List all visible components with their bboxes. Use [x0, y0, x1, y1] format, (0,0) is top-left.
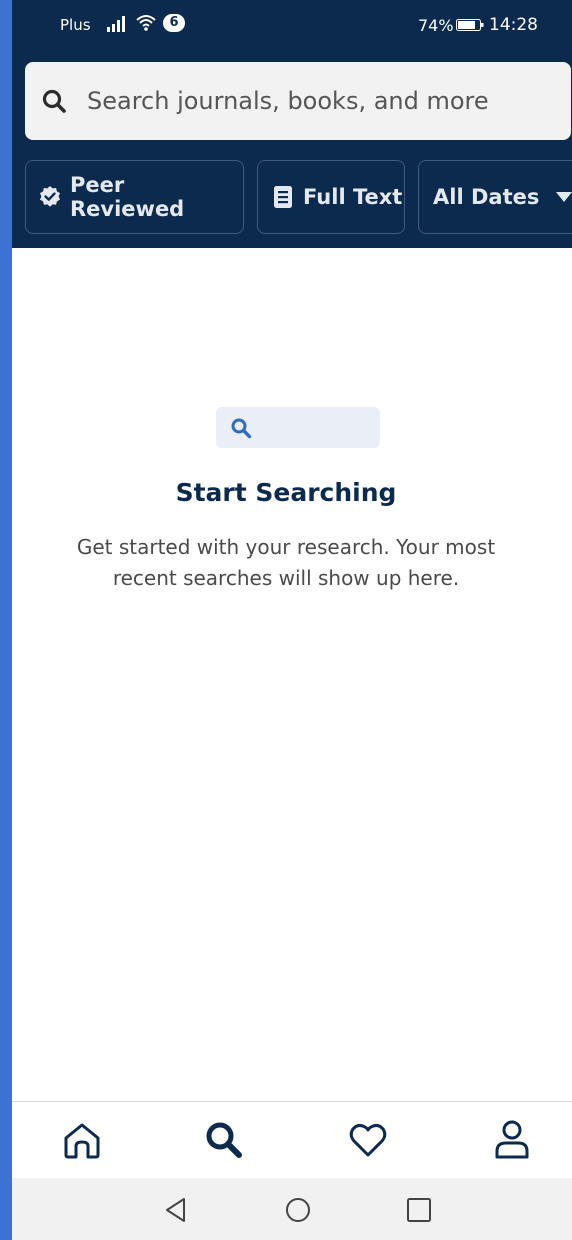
- search-icon: [206, 1122, 242, 1158]
- system-recents-button[interactable]: [405, 1196, 433, 1224]
- empty-state-title: Start Searching: [175, 478, 397, 507]
- document-icon: [274, 186, 292, 208]
- signal-icon: [107, 16, 125, 32]
- search-bar[interactable]: [25, 62, 571, 140]
- battery-icon: [456, 19, 484, 31]
- status-bar: Plus 6 74% 14:28: [12, 0, 572, 52]
- peer-reviewed-label: Peer Reviewed: [70, 173, 185, 221]
- app-header: Plus 6 74% 14:28 Search journals, books,…: [12, 0, 572, 248]
- empty-state-description: Get started with your research. Your mos…: [76, 535, 496, 590]
- system-navigation-bar: [12, 1178, 572, 1240]
- empty-state-icon-box: [216, 407, 380, 448]
- app-screen: Plus 6 74% 14:28 Search journals, books,…: [12, 0, 572, 1240]
- dates-label: All Dates: [433, 185, 540, 209]
- carrier-label: Plus: [60, 16, 91, 34]
- notification-badge: 6: [163, 14, 185, 32]
- system-back-button[interactable]: [162, 1196, 190, 1224]
- verified-badge-icon: [40, 186, 60, 207]
- home-icon: [64, 1123, 100, 1159]
- search-icon: [42, 89, 66, 113]
- dates-dropdown[interactable]: All Dates: [418, 160, 572, 234]
- search-icon: [231, 418, 252, 439]
- heart-icon: [349, 1123, 387, 1157]
- full-text-filter[interactable]: Full Text: [257, 160, 405, 234]
- search-input[interactable]: [87, 87, 547, 115]
- battery-percent: 74%: [418, 16, 454, 35]
- caret-down-icon: [556, 192, 572, 202]
- wifi-icon: [136, 15, 156, 31]
- peer-reviewed-filter[interactable]: Peer Reviewed: [25, 160, 244, 234]
- back-icon: [166, 1198, 185, 1222]
- nav-search-button[interactable]: [202, 1118, 246, 1162]
- system-home-button[interactable]: [284, 1196, 312, 1224]
- nav-home-button[interactable]: [60, 1118, 104, 1162]
- recents-icon: [407, 1198, 431, 1222]
- status-time: 14:28: [489, 15, 538, 35]
- home-circle-icon: [286, 1198, 310, 1222]
- user-icon: [495, 1120, 529, 1159]
- full-text-label: Full Text: [303, 185, 403, 209]
- bottom-navigation: [12, 1101, 572, 1179]
- nav-profile-button[interactable]: [490, 1118, 534, 1162]
- nav-favorites-button[interactable]: [346, 1118, 390, 1162]
